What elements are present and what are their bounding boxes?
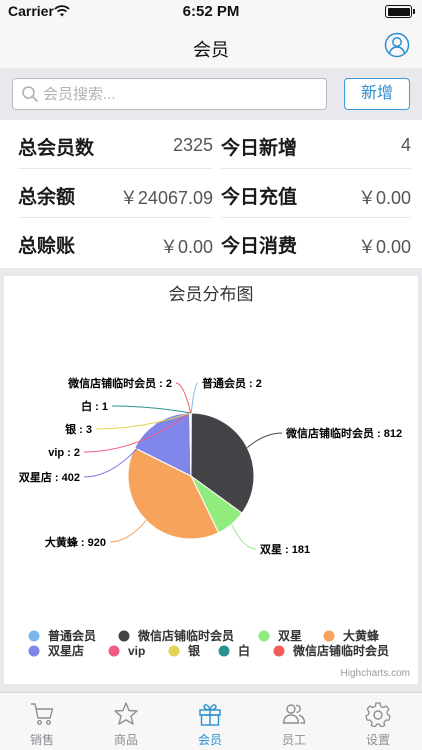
user-icon[interactable] [384, 32, 410, 58]
legend-marker[interactable] [28, 630, 40, 642]
stat-value: 4 [400, 135, 411, 155]
stat-today-spending: 今日消费 ￥0.00 [221, 218, 411, 267]
stat-label: 今日充值 [221, 187, 298, 208]
pie-connector [111, 405, 191, 414]
legend-item[interactable]: 微信店铺临时会员 [292, 643, 389, 658]
tab-bar: 销售 商品 会员 员工 设置 [0, 692, 422, 750]
stat-value: ￥0.00 [357, 188, 411, 208]
stat-value: ￥0.00 [357, 237, 411, 257]
tab-members[interactable]: 会员 [168, 693, 252, 750]
pie-connector [246, 432, 283, 448]
stat-label: 总赊账 [18, 236, 76, 257]
gear-icon [365, 702, 391, 727]
battery-icon [385, 5, 415, 18]
pie-data-label: 大黄蜂 : 920 [45, 535, 106, 549]
tab-settings[interactable]: 设置 [336, 693, 420, 750]
nav-bar: 会员 [0, 24, 422, 68]
legend-marker[interactable] [258, 630, 270, 642]
pie-data-label: 双星店 : 402 [19, 470, 80, 484]
stat-total-balance: 总余额 ￥24067.09 [18, 169, 213, 218]
legend-marker[interactable] [168, 645, 180, 657]
legend-item[interactable]: 白 [238, 643, 250, 658]
gift-icon [199, 704, 221, 726]
tab-label: 商品 [113, 733, 138, 747]
stats-panel: 总会员数 2325 今日新增 4 总余额 ￥24067.09 今日充值 ￥0.0… [0, 120, 422, 268]
legend-item[interactable]: 大黄蜂 [343, 628, 380, 643]
page-title: 会员 [193, 40, 229, 60]
stat-value: ￥0.00 [159, 237, 213, 257]
status-time: 6:52 PM [182, 3, 240, 20]
chart-title: 会员分布图 [169, 285, 254, 304]
pie-data-label: 普通会员 : 2 [202, 376, 262, 390]
search-box[interactable] [12, 78, 327, 110]
pie-connector [231, 524, 257, 550]
tab-products[interactable]: 商品 [84, 693, 168, 750]
legend-marker[interactable] [218, 645, 230, 657]
legend-marker[interactable] [323, 630, 335, 642]
chart-card: 会员分布图 普通会员 : 2 微信店铺临时会员 : 812 双星 : 181 大黄蜂 … [4, 276, 418, 684]
pie-data-label: 银 : 3 [65, 422, 92, 436]
stat-value: ￥24067.09 [119, 188, 213, 208]
pie-slices [127, 412, 255, 540]
add-member-button[interactable]: 新增 [344, 78, 410, 110]
legend-marker[interactable] [118, 630, 130, 642]
stat-total-credit: 总赊账 ￥0.00 [18, 218, 213, 267]
tab-label: 设置 [365, 733, 390, 747]
tab-label: 会员 [197, 733, 222, 747]
legend-item[interactable]: 微信店铺临时会员 [137, 628, 234, 643]
legend-marker[interactable] [273, 645, 285, 657]
legend-item[interactable]: 双星店 [48, 643, 84, 658]
stat-today-new: 今日新增 4 [221, 120, 411, 169]
pie-connector [190, 382, 199, 414]
pie-data-label: 白 : 1 [81, 399, 108, 413]
legend-item[interactable]: 普通会员 [48, 628, 96, 643]
pie-connector [109, 519, 147, 543]
pie-connector [175, 382, 192, 414]
legend-marker[interactable] [28, 645, 40, 657]
stat-label: 今日消费 [221, 236, 298, 257]
stat-label: 总余额 [18, 187, 76, 208]
pie-data-label: 微信店铺临时会员 : 2 [67, 376, 172, 390]
search-input[interactable] [43, 83, 318, 105]
search-area: 新增 [0, 68, 422, 120]
status-bar: Carrier 6:52 PM [0, 0, 422, 24]
star-icon [114, 702, 138, 725]
tab-label: 员工 [281, 733, 306, 747]
stat-total-members: 总会员数 2325 [18, 120, 213, 169]
stat-value: 2325 [172, 135, 213, 155]
people-icon [282, 704, 306, 724]
cart-icon [31, 703, 54, 725]
pie-data-label: 双星 : 181 [260, 543, 310, 556]
stat-label: 总会员数 [18, 138, 95, 159]
chart-credit: Highcharts.com [341, 668, 410, 679]
search-icon [22, 86, 38, 102]
legend-item[interactable]: 双星 [278, 629, 302, 643]
tab-label: 销售 [29, 733, 54, 747]
stat-label: 今日新增 [221, 138, 298, 159]
pie-data-label: 微信店铺临时会员 : 812 [285, 426, 402, 440]
tab-sales[interactable]: 销售 [0, 693, 84, 750]
legend-item[interactable]: 银 [188, 643, 201, 658]
legend-item[interactable]: vip [128, 644, 145, 658]
tab-staff[interactable]: 员工 [252, 693, 336, 750]
chart-legend: 普通会员 微信店铺临时会员 双星 大黄蜂双星店 vip 银白微信店铺临时会员 [28, 628, 389, 658]
chart-panel: 会员分布图 普通会员 : 2 微信店铺临时会员 : 812 双星 : 181 大黄蜂 … [0, 274, 422, 692]
pie-chart: 会员分布图 普通会员 : 2 微信店铺临时会员 : 812 双星 : 181 大黄蜂 … [19, 285, 410, 679]
legend-marker[interactable] [108, 645, 120, 657]
stat-today-recharge: 今日充值 ￥0.00 [221, 169, 411, 218]
pie-data-label: vip : 2 [48, 447, 80, 459]
